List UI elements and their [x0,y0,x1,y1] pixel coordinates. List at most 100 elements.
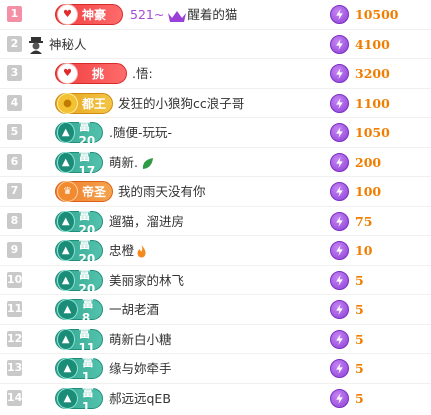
trophy-icon: ♛ [57,181,78,202]
list-item[interactable]: 1 ♥ 神豪 521~ 醒着的猫 10500 [0,0,431,30]
badge-label: 富20 [78,266,96,296]
badge-label: 富20 [78,119,96,148]
score-value: 3200 [355,66,390,81]
user-name[interactable]: .随便-玩玩- [109,118,172,147]
list-item[interactable]: 8 ▲ 富20 遛猫，溜进房 75 [0,207,431,237]
lightning-icon [330,329,349,349]
lightning-icon [330,182,349,201]
score-value: 100 [355,184,382,199]
score-value: 10 [355,243,373,258]
user-name[interactable]: 一胡老酒 [109,295,159,324]
user-name[interactable]: 521~ 醒着的猫 [130,0,237,29]
name-prefix: 521~ [130,7,165,22]
crown-icon [168,10,187,22]
level-badge: ▲ 富1 [55,385,103,414]
score: 200 [330,152,381,173]
badge-label: 富11 [78,325,96,355]
score: 100 [330,181,381,202]
badge-label: 挑 [92,67,105,81]
user-name[interactable]: 我的雨天没有你 [118,177,206,206]
list-item[interactable]: 7 ♛ 帝圣 我的雨天没有你 100 [0,177,431,207]
score-value: 200 [355,154,382,170]
rank-number: 9 [7,242,22,258]
list-item[interactable]: 13 ▲ 富1 缘与妳牵手 5 [0,354,431,384]
score-value: 5 [355,302,364,317]
rank-number: 3 [7,65,22,81]
list-item[interactable]: 11 ▲ 富8 一胡老酒 5 [0,295,431,325]
score-value: 10500 [355,7,399,22]
badge-label: 神豪 [82,8,107,22]
user-name[interactable]: 萌新. [109,148,154,177]
triangle-icon: ▲ [57,151,75,173]
list-item[interactable]: 2 神秘人 4100 [0,30,431,59]
list-item[interactable]: 6 ▲ 富17 萌新. 200 [0,148,431,178]
level-badge: ♥ 神豪 [55,4,123,25]
score-value: 75 [355,213,373,229]
lightning-icon [330,241,349,260]
level-badge: ♛ 帝圣 [55,181,113,202]
rank-number: 7 [7,183,22,199]
score-value: 5 [355,272,364,288]
badge-label: 都王 [82,96,107,111]
score: 10500 [330,4,399,25]
list-item[interactable]: 12 ▲ 富11 萌新白小糖 5 [0,325,431,355]
lightning-icon [330,64,349,83]
list-item[interactable]: 4 ● 都王 发狂的小狼狗cc浪子哥 1100 [0,89,431,118]
lightning-icon [330,34,349,54]
level-badge: ▲ 富20 [55,237,103,266]
user-name[interactable]: 发狂的小狼狗cc浪子哥 [118,89,244,118]
lightning-icon [330,123,349,142]
rank-number: 12 [7,330,23,347]
score-value: 1100 [355,95,390,111]
badge-label: 富20 [78,237,96,266]
score: 10 [330,240,372,261]
badge-label: 富17 [78,148,96,178]
level-badge: ● 都王 [55,92,113,114]
level-badge: ▲ 富17 [55,149,103,178]
list-item[interactable]: 5 ▲ 富20 .随便-玩玩- 1050 [0,118,431,148]
user-name[interactable]: 萌新白小糖 [109,325,172,354]
lightning-icon [330,300,349,319]
rank-number: 11 [7,301,23,317]
rank-number: 6 [7,153,22,170]
user-name[interactable]: 神秘人 [49,30,87,59]
lightning-icon [330,359,349,378]
lightning-icon [330,270,349,290]
score: 5 [330,299,364,320]
score: 5 [330,270,364,291]
heart-icon: ♥ [57,63,78,84]
level-badge: ♥ 挑 [55,63,127,84]
score: 3200 [330,63,390,84]
list-item[interactable]: 3 ♥ 挑 .悟: 3200 [0,59,431,89]
list-item[interactable]: 10 ▲ 富20 美丽家的林飞 5 [0,266,431,296]
triangle-icon: ▲ [57,387,78,409]
level-badge: ▲ 富20 [55,208,103,237]
score: 1100 [330,93,390,114]
level-badge: ▲ 富20 [55,119,103,148]
rank-number: 13 [7,360,23,376]
triangle-icon: ▲ [57,210,75,232]
user-name[interactable]: 遛猫，溜进房 [109,207,184,236]
score-value: 5 [355,331,364,347]
level-badge: ▲ 富8 [55,296,103,325]
user-name[interactable]: 忠橙 [109,236,147,265]
user-name[interactable]: 美丽家的林飞 [109,266,184,295]
user-name[interactable]: .悟: [132,59,153,88]
list-item[interactable]: 9 ▲ 富20 忠橙 10 [0,236,431,266]
list-item[interactable]: 14 ▲ 富1 郝远远qEB 5 [0,384,431,414]
medal-icon: ♥ [57,4,78,25]
rank-number: 8 [7,212,22,229]
lightning-icon [330,93,349,113]
score: 5 [330,358,364,379]
user-name[interactable]: 郝远远qEB [109,384,171,413]
badge-label: 帝圣 [82,185,107,199]
triangle-icon: ▲ [57,269,75,291]
score-value: 4100 [355,36,390,52]
triangle-icon: ▲ [57,358,78,379]
user-name[interactable]: 缘与妳牵手 [109,354,172,383]
score: 5 [330,388,364,409]
score-value: 5 [355,361,364,376]
lightning-icon [330,388,349,408]
coin-icon: ● [57,92,78,114]
score: 4100 [330,34,390,55]
